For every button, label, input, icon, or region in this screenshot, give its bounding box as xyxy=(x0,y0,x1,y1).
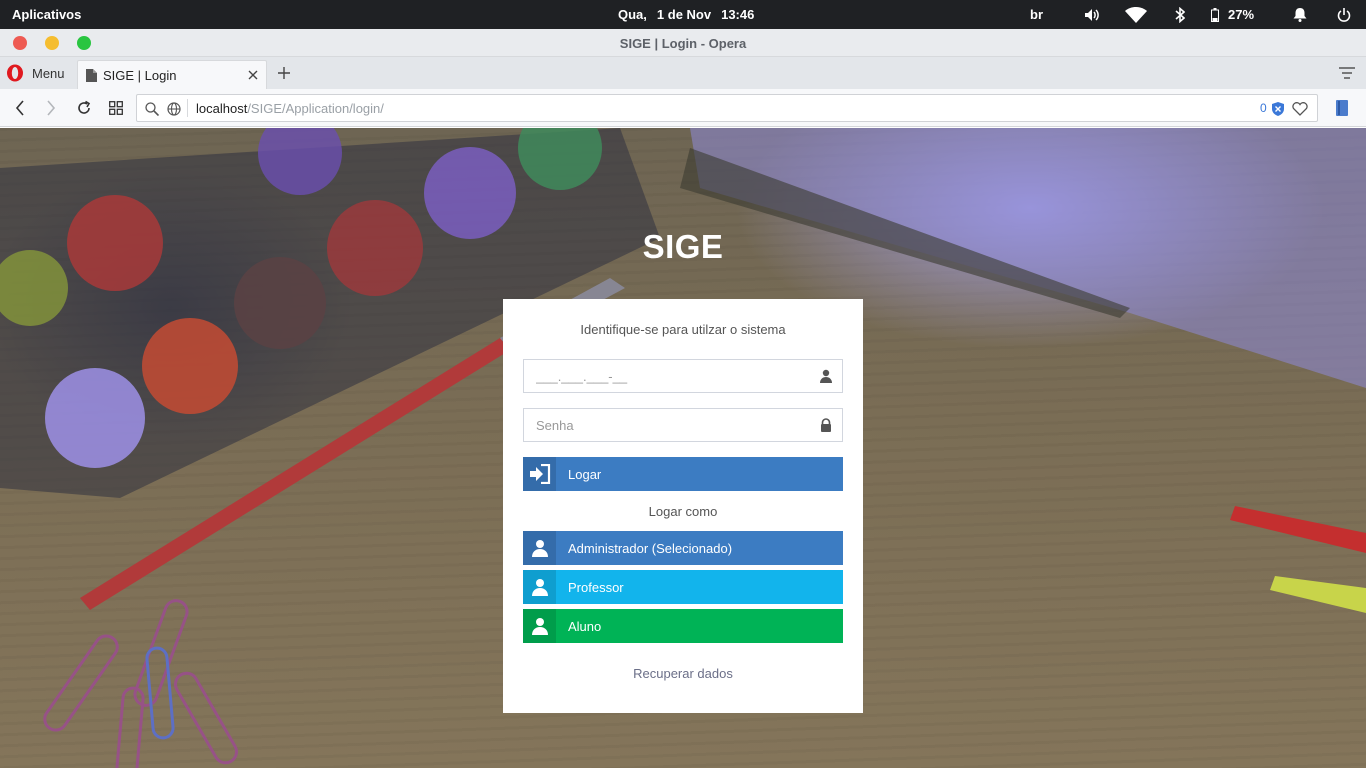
role-student-button[interactable]: Aluno xyxy=(523,609,843,643)
role-administrator-label: Administrador (Selecionado) xyxy=(568,540,733,556)
battery-icon[interactable] xyxy=(1202,0,1228,29)
role-administrator-button[interactable]: Administrador (Selecionado) xyxy=(523,531,843,565)
sign-in-icon xyxy=(523,457,556,491)
url-divider xyxy=(187,99,188,117)
page-viewport: SIGE Identifique-se para utilzar o siste… xyxy=(0,128,1366,768)
user-icon xyxy=(523,570,556,604)
role-student-label: Aluno xyxy=(568,618,602,634)
adblock-shield-icon[interactable] xyxy=(1271,102,1285,116)
clock-time: 13:46 xyxy=(721,7,755,22)
login-as-label: Logar como xyxy=(648,504,718,519)
new-tab-icon[interactable] xyxy=(278,67,290,79)
url-bar[interactable]: localhost/SIGE/Application/login/ 0 xyxy=(136,94,1318,122)
login-button-label: Logar xyxy=(568,466,602,482)
bluetooth-icon[interactable] xyxy=(1158,0,1202,29)
brand-title: SIGE xyxy=(642,228,724,265)
wifi-icon[interactable] xyxy=(1114,0,1158,29)
reload-icon[interactable] xyxy=(74,98,94,118)
tab-menu-icon[interactable] xyxy=(1339,67,1355,79)
page-icon xyxy=(86,68,97,82)
speed-dial-icon[interactable] xyxy=(106,98,126,118)
clock-date: 1 de Nov xyxy=(656,7,712,22)
clock[interactable]: Qua, 1 de Nov 13:46 xyxy=(618,7,764,22)
role-professor-label: Professor xyxy=(568,579,624,595)
forward-icon[interactable] xyxy=(41,98,61,118)
login-card: Identifique-se para utilzar o sistema Lo… xyxy=(503,299,863,713)
battery-percent: 27% xyxy=(1228,7,1255,22)
globe-icon[interactable] xyxy=(167,102,181,116)
back-icon[interactable] xyxy=(10,98,30,118)
os-top-panel: Aplicativos Qua, 1 de Nov 13:46 br 27% xyxy=(0,0,1366,29)
url-text[interactable]: localhost/SIGE/Application/login/ xyxy=(196,101,384,116)
keyboard-layout[interactable]: br xyxy=(1030,0,1070,29)
login-subtitle: Identifique-se para utilzar o sistema xyxy=(580,322,786,337)
power-icon[interactable] xyxy=(1322,0,1366,29)
applications-menu[interactable]: Aplicativos xyxy=(12,7,81,22)
tab-sige-login[interactable]: SIGE | Login xyxy=(77,60,267,89)
tab-bar: Menu SIGE | Login xyxy=(0,57,1366,89)
address-toolbar: localhost/SIGE/Application/login/ 0 xyxy=(0,89,1366,127)
password-field[interactable] xyxy=(523,408,843,442)
role-professor-button[interactable]: Professor xyxy=(523,570,843,604)
opera-menu-button[interactable]: Menu xyxy=(6,61,65,85)
close-tab-icon[interactable] xyxy=(248,70,258,80)
user-icon xyxy=(820,369,832,383)
user-icon xyxy=(523,531,556,565)
opera-logo-icon xyxy=(7,64,23,82)
cpf-field[interactable] xyxy=(523,359,843,393)
user-icon xyxy=(523,609,556,643)
volume-icon[interactable] xyxy=(1070,0,1114,29)
url-host: localhost xyxy=(196,101,248,116)
cpf-input[interactable] xyxy=(524,360,804,392)
window-titlebar: SIGE | Login - Opera xyxy=(0,29,1366,57)
password-input[interactable] xyxy=(524,409,804,441)
adblock-count[interactable]: 0 xyxy=(1260,101,1267,115)
menu-label: Menu xyxy=(32,65,65,81)
window-title: SIGE | Login - Opera xyxy=(619,36,747,51)
lock-icon xyxy=(821,418,831,432)
notifications-icon[interactable] xyxy=(1278,0,1322,29)
sidebar-book-icon[interactable] xyxy=(1336,100,1348,116)
clock-day: Qua, xyxy=(618,7,647,22)
bookmark-heart-icon[interactable] xyxy=(1292,102,1308,116)
url-path: /SIGE/Application/login/ xyxy=(247,101,384,116)
tab-title: SIGE | Login xyxy=(103,67,177,83)
recover-data-link[interactable]: Recuperar dados xyxy=(503,666,863,681)
login-button[interactable]: Logar xyxy=(523,457,843,491)
search-icon[interactable] xyxy=(145,102,159,116)
system-tray: br 27% xyxy=(1030,0,1366,29)
